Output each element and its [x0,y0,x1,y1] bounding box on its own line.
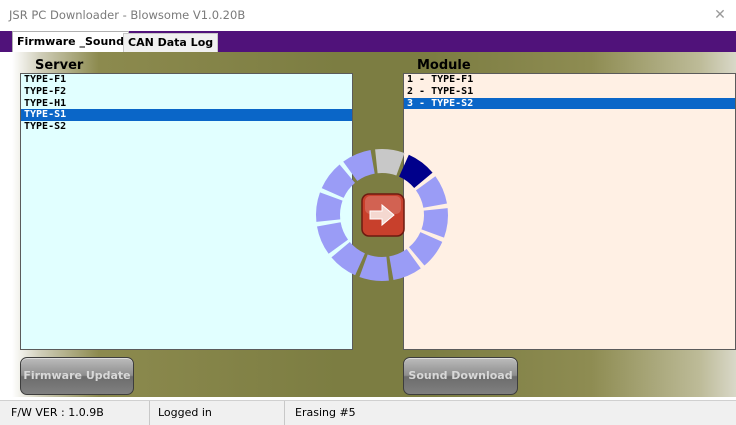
module-list[interactable]: 1 - TYPE-F1 2 - TYPE-S1 3 - TYPE-S2 [403,73,736,350]
module-label: Module [417,58,471,73]
list-item[interactable]: 2 - TYPE-S1 [404,86,735,98]
status-fw-version: F/W VER : 1.0.9B [8,401,150,425]
status-operation: Erasing #5 [295,406,356,419]
progress-segment [316,192,343,222]
progress-segment [421,208,448,238]
list-item[interactable]: 1 - TYPE-F1 [404,74,735,86]
tab-firmware-sound[interactable]: Firmware _Sound [12,31,129,53]
list-item-selected[interactable]: 3 - TYPE-S2 [404,97,735,110]
firmware-update-button[interactable]: Firmware Update [20,357,134,395]
progress-wheel [316,149,448,281]
list-item[interactable]: TYPE-S2 [21,121,352,133]
progress-segment [359,254,389,281]
tab-bar: Firmware _Sound CAN Data Log [0,30,736,53]
tab-can-data-log[interactable]: CAN Data Log [123,33,219,53]
list-item[interactable]: TYPE-H1 [21,98,352,110]
status-bar: F/W VER : 1.0.9B Logged in Erasing #5 [0,400,736,425]
arrow-right-icon[interactable] [361,193,405,237]
list-item[interactable]: TYPE-F2 [21,86,352,98]
server-label: Server [35,58,84,73]
title-bar: JSR PC Downloader - Blowsome V1.0.20B ✕ [0,0,736,30]
close-icon[interactable]: ✕ [710,6,730,24]
window-title: JSR PC Downloader - Blowsome V1.0.20B [9,8,246,22]
list-item-selected[interactable]: TYPE-S1 [21,109,352,122]
content-margin [0,52,12,397]
progress-segment [375,149,405,176]
sound-download-button[interactable]: Sound Download [403,357,518,395]
server-list[interactable]: TYPE-F1 TYPE-F2 TYPE-H1 TYPE-S1 TYPE-S2 [20,73,353,350]
status-login: Logged in [155,401,285,425]
list-item[interactable]: TYPE-F1 [21,74,352,86]
